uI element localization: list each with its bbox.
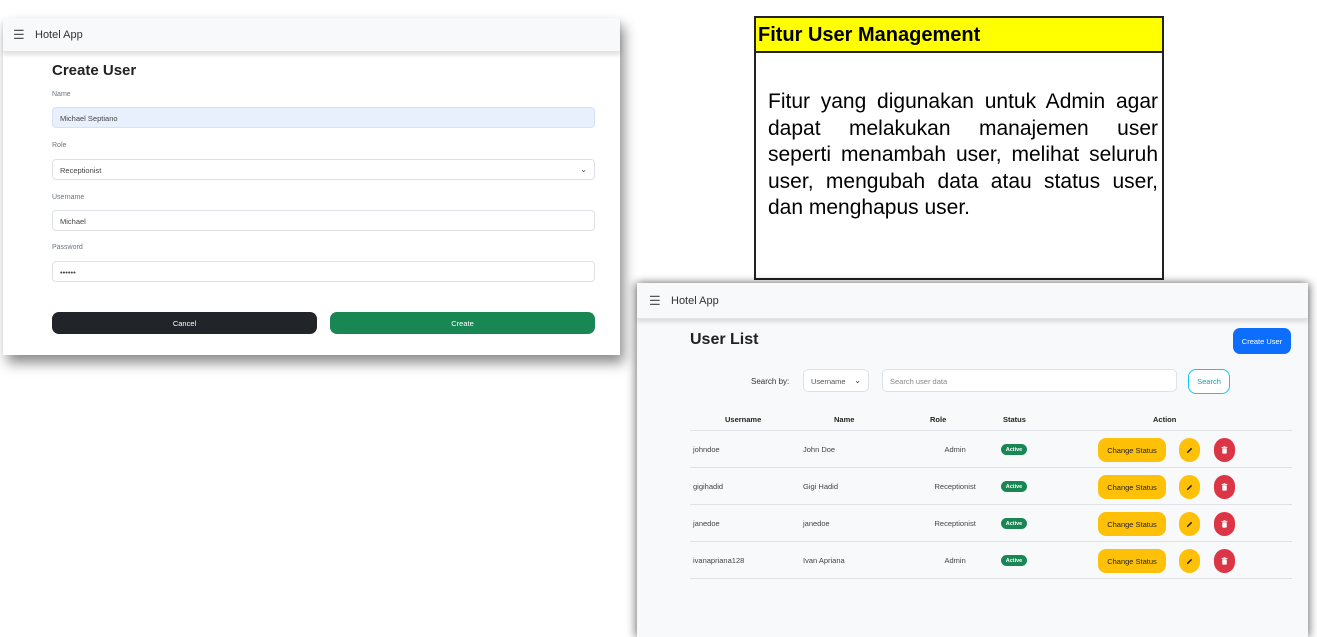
delete-button[interactable]: [1214, 512, 1235, 536]
search-by-label: Search by:: [751, 377, 790, 386]
brand[interactable]: Hotel App: [671, 295, 719, 307]
feature-description-text: Fitur yang digunakan untuk Admin agar da…: [768, 90, 1158, 219]
column-header: Status: [1003, 415, 1026, 424]
edit-button[interactable]: [1179, 475, 1200, 499]
create-button[interactable]: Create: [330, 312, 595, 334]
cell-username: gigihadid: [693, 482, 724, 491]
cell-name: janedoe: [803, 519, 830, 528]
edit-button[interactable]: [1179, 549, 1200, 573]
column-header: Name: [834, 415, 855, 424]
password-label: Password: [52, 244, 83, 251]
menu-icon[interactable]: ☰: [649, 294, 663, 307]
change-status-button[interactable]: Change Status: [1098, 512, 1166, 536]
status-badge: Active: [1001, 518, 1027, 529]
user-list-panel: ☰ Hotel App User List Create User Search…: [637, 283, 1308, 637]
cell-role: Receptionist: [934, 519, 976, 528]
username-label: Username: [52, 194, 85, 201]
role-label: Role: [52, 142, 67, 149]
trash-icon: [1221, 520, 1228, 528]
pencil-icon: [1186, 558, 1193, 564]
status-badge: Active: [1001, 481, 1027, 492]
navbar: ☰ Hotel App: [3, 18, 620, 52]
create-user-button[interactable]: Create User: [1233, 328, 1291, 354]
username-field[interactable]: Michael: [52, 210, 595, 231]
role-select[interactable]: Receptionist ⌄: [52, 159, 595, 180]
delete-button[interactable]: [1214, 475, 1235, 499]
feature-description-box: Fitur User Management Fitur yang digunak…: [754, 16, 1164, 280]
cell-role: Admin: [944, 556, 966, 565]
search-placeholder: Search user data: [890, 377, 948, 386]
edit-button[interactable]: [1179, 438, 1200, 462]
password-field[interactable]: ••••••: [52, 261, 595, 282]
role-value: Receptionist: [60, 166, 102, 175]
pencil-icon: [1186, 484, 1193, 490]
change-status-button[interactable]: Change Status: [1098, 475, 1166, 499]
cell-name: Gigi Hadid: [803, 482, 839, 491]
edit-button[interactable]: [1179, 512, 1200, 536]
create-user-panel: ☰ Hotel App Create User Name Michael Sep…: [3, 18, 620, 355]
brand[interactable]: Hotel App: [35, 29, 83, 41]
name-value: Michael Septiano: [60, 114, 118, 123]
status-badge: Active: [1001, 444, 1027, 455]
username-value: Michael: [60, 217, 86, 226]
menu-icon[interactable]: ☰: [13, 28, 27, 41]
cancel-button[interactable]: Cancel: [52, 312, 317, 334]
table-row: gigihadid Gigi Hadid Receptionist Active…: [690, 468, 1292, 505]
feature-description: Fitur yang digunakan untuk Admin agar da…: [756, 53, 1162, 222]
cell-role: Receptionist: [934, 482, 976, 491]
table-header: Username Name Role Status Action: [690, 409, 1292, 431]
cell-role: Admin: [944, 445, 966, 454]
change-status-button[interactable]: Change Status: [1098, 549, 1166, 573]
search-field-select[interactable]: Username ⌄: [803, 369, 869, 392]
cell-username: ivanapriana128: [693, 556, 745, 565]
cell-username: janedoe: [693, 519, 720, 528]
cell-name: John Doe: [803, 445, 836, 454]
password-value: ••••••: [60, 268, 76, 277]
column-header: Action: [1153, 415, 1177, 424]
name-field[interactable]: Michael Septiano: [52, 107, 595, 128]
table-row: janedoe janedoe Receptionist Active Chan…: [690, 505, 1292, 542]
feature-title: Fitur User Management: [756, 18, 1162, 53]
table-row: johndoe John Doe Admin Active Change Sta…: [690, 431, 1292, 468]
trash-icon: [1221, 557, 1228, 565]
pencil-icon: [1186, 521, 1193, 527]
column-header: Role: [930, 415, 947, 424]
name-label: Name: [52, 91, 71, 98]
chevron-down-icon: ⌄: [580, 165, 587, 174]
column-header: Username: [725, 415, 762, 424]
page-title: Create User: [52, 62, 137, 79]
search-field-value: Username: [811, 377, 846, 386]
status-badge: Active: [1001, 555, 1027, 566]
navbar: ☰ Hotel App: [637, 283, 1308, 319]
search-button[interactable]: Search: [1188, 369, 1230, 394]
trash-icon: [1221, 483, 1228, 491]
chevron-down-icon: ⌄: [854, 376, 861, 385]
table-row: ivanapriana128 Ivan Apriana Admin Active…: [690, 542, 1292, 579]
delete-button[interactable]: [1214, 549, 1235, 573]
user-table: Username Name Role Status Action johndoe…: [690, 409, 1292, 579]
page-title: User List: [690, 331, 759, 348]
trash-icon: [1221, 446, 1228, 454]
pencil-icon: [1186, 447, 1193, 453]
delete-button[interactable]: [1214, 438, 1235, 462]
change-status-button[interactable]: Change Status: [1098, 438, 1166, 462]
cell-username: johndoe: [693, 445, 720, 454]
search-input[interactable]: Search user data: [882, 369, 1177, 392]
cell-name: Ivan Apriana: [803, 556, 845, 565]
